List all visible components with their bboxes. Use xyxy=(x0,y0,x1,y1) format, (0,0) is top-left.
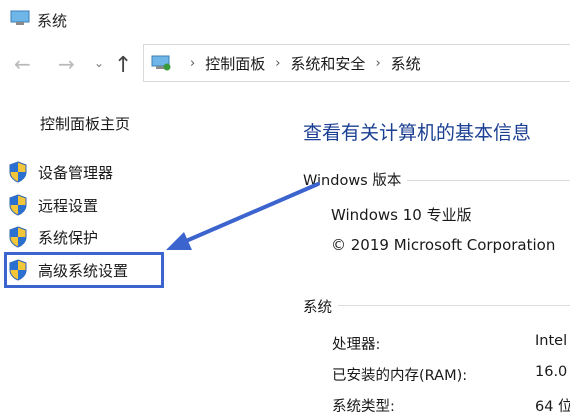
page-title: 查看有关计算机的基本信息 xyxy=(303,122,532,144)
system-heading: 系统 xyxy=(303,296,338,317)
copyright-text: © 2019 Microsoft Corporation xyxy=(331,236,556,254)
system-type-value: 64 位 xyxy=(535,399,570,415)
title-bar: 系统 xyxy=(0,0,570,40)
ram-label: 已安装的内存(RAM): xyxy=(332,368,468,384)
breadcrumb-chevron-icon: › xyxy=(275,55,281,71)
windows-edition-heading: Windows 版本 xyxy=(303,169,408,190)
breadcrumb-item-system[interactable]: 系统 xyxy=(391,53,421,74)
breadcrumb-item-control-panel[interactable]: 控制面板 xyxy=(205,53,265,74)
computer-icon xyxy=(10,10,30,25)
section-divider xyxy=(303,305,570,306)
sidebar-item-label: 远程设置 xyxy=(38,196,99,215)
recent-locations-chevron-icon[interactable]: ⌄ xyxy=(94,56,104,70)
windows-edition-value: Windows 10 专业版 xyxy=(331,206,472,224)
up-arrow-icon[interactable]: ↑ xyxy=(114,53,132,78)
uac-shield-icon xyxy=(9,226,27,248)
highlight-box xyxy=(4,252,164,288)
sidebar-home-link[interactable]: 控制面板主页 xyxy=(40,113,130,134)
breadcrumb-chevron-icon: › xyxy=(190,55,196,71)
breadcrumb-chevron-icon: › xyxy=(375,55,381,71)
uac-shield-icon xyxy=(9,194,27,216)
uac-shield-icon xyxy=(9,161,27,183)
sidebar-item-system-protection[interactable]: 系统保护 xyxy=(8,224,98,250)
window-title: 系统 xyxy=(37,12,68,30)
sidebar-item-remote-settings[interactable]: 远程设置 xyxy=(8,192,98,218)
processor-label: 处理器: xyxy=(332,337,381,353)
system-type-label: 系统类型: xyxy=(332,399,395,415)
control-panel-icon xyxy=(151,55,171,71)
ram-value: 16.0 xyxy=(535,364,568,380)
back-arrow-icon[interactable]: ← xyxy=(14,54,31,74)
sidebar-item-device-manager[interactable]: 设备管理器 xyxy=(8,159,113,185)
processor-value: Intel xyxy=(535,333,568,349)
breadcrumb-item-system-security[interactable]: 系统和安全 xyxy=(290,53,365,74)
sidebar-item-label: 系统保护 xyxy=(38,228,99,247)
sidebar-item-label: 设备管理器 xyxy=(38,163,114,182)
address-bar[interactable]: › 控制面板 › 系统和安全 › 系统 xyxy=(143,44,570,82)
forward-arrow-icon[interactable]: → xyxy=(58,54,75,74)
